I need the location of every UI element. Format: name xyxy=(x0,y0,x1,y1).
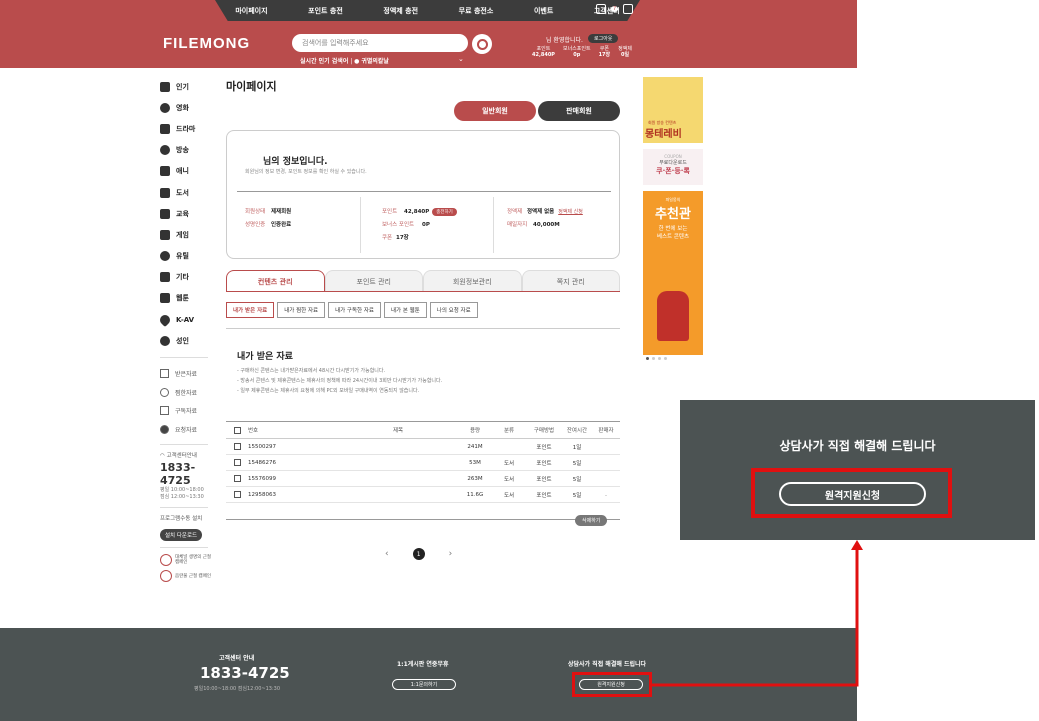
annotation-arrow xyxy=(652,540,863,687)
highlight-box-popup xyxy=(751,468,952,518)
popup-title: 상담사가 직접 해결해 드립니다 xyxy=(779,439,936,453)
